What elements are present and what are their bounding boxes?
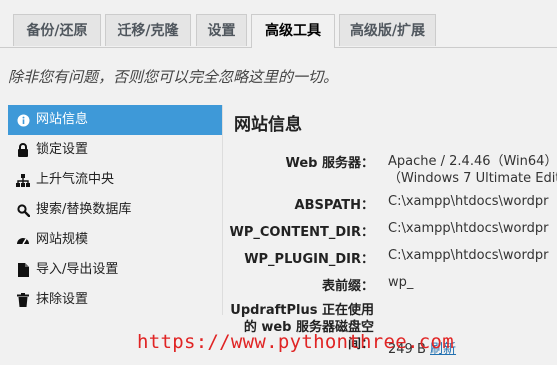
file-icon — [16, 255, 30, 285]
watermark: https://www.pythonthree.com — [137, 331, 454, 353]
sidebar-item-site-size[interactable]: 网站规模 — [8, 225, 222, 255]
tab-bar: 备份/还原 迁移/克隆 设置 高级工具 高级版/扩展 — [0, 0, 557, 48]
sidebar-item-label: 导入/导出设置 — [36, 262, 119, 277]
sidebar: 网站信息 锁定设置 上升气流中央 搜索/替换数据库 网站规模 导入/导出设置 抹… — [8, 105, 223, 315]
tab-premium-extensions[interactable]: 高级版/扩展 — [339, 14, 436, 46]
intro-text: 除非您有问题，否则您可以完全忽略这里的一切。 — [8, 68, 339, 86]
wp-content-dir-label: WP_CONTENT_DIR： — [229, 225, 374, 240]
trash-icon — [16, 285, 30, 315]
abspath-value: C:\xampp\htdocs\wordpr — [388, 194, 549, 209]
search-icon — [16, 195, 30, 225]
wp-content-dir-value: C:\xampp\htdocs\wordpr — [388, 221, 549, 236]
web-server-label: Web 服务器： — [285, 156, 374, 171]
sitemap-icon — [16, 165, 30, 195]
tab-settings[interactable]: 设置 — [196, 14, 247, 46]
wp-plugin-dir-value: C:\xampp\htdocs\wordpr — [388, 248, 549, 263]
disk-usage-label-line1: UpdraftPlus 正在使用 — [230, 303, 374, 318]
sidebar-item-wipe-settings[interactable]: 抹除设置 — [8, 285, 222, 315]
sidebar-item-lock-settings[interactable]: 锁定设置 — [8, 135, 222, 165]
tab-migrate-clone[interactable]: 迁移/克隆 — [105, 14, 191, 46]
tab-backup-restore[interactable]: 备份/还原 — [13, 14, 101, 46]
sidebar-item-label: 上升气流中央 — [36, 172, 115, 187]
sidebar-item-label: 网站信息 — [36, 112, 89, 127]
table-prefix-label: 表前缀： — [321, 279, 374, 294]
tab-advanced-tools[interactable]: 高级工具 — [251, 14, 335, 48]
info-icon — [16, 105, 30, 135]
lock-icon — [16, 135, 30, 165]
page-title: 网站信息 — [234, 115, 302, 135]
sidebar-item-label: 网站规模 — [36, 232, 89, 247]
sidebar-item-updraft-central[interactable]: 上升气流中央 — [8, 165, 222, 195]
dashboard-icon — [16, 225, 30, 255]
abspath-label: ABSPATH： — [294, 198, 374, 213]
table-prefix-value: wp_ — [388, 275, 414, 290]
wp-plugin-dir-label: WP_PLUGIN_DIR： — [244, 252, 374, 267]
sidebar-item-site-info[interactable]: 网站信息 — [8, 105, 222, 135]
sidebar-item-search-replace[interactable]: 搜索/替换数据库 — [8, 195, 222, 225]
sidebar-item-label: 锁定设置 — [36, 142, 89, 157]
sidebar-item-import-export[interactable]: 导入/导出设置 — [8, 255, 222, 285]
web-server-value-line2: （Windows 7 Ultimate Edition — [388, 171, 557, 186]
sidebar-item-label: 抹除设置 — [36, 292, 89, 307]
sidebar-item-label: 搜索/替换数据库 — [36, 202, 132, 217]
